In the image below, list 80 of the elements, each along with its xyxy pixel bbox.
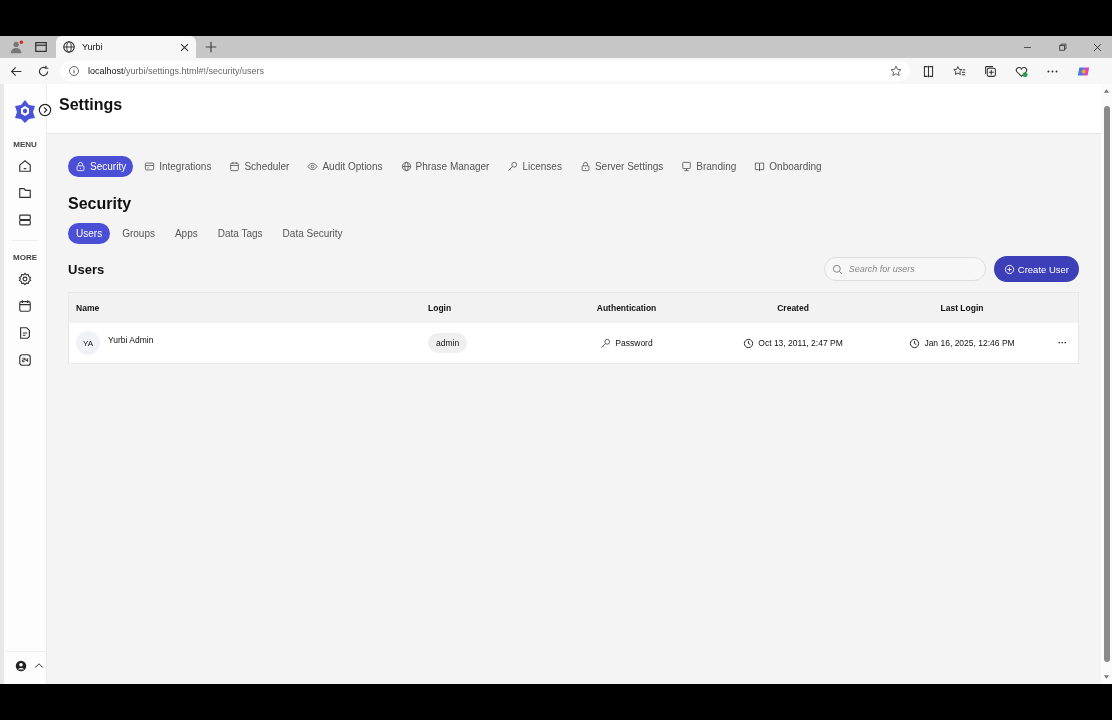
search-field[interactable]: Search for users xyxy=(823,257,986,281)
copilot-icon[interactable] xyxy=(1077,64,1090,78)
subtab[interactable]: Data Security xyxy=(274,223,351,244)
calendar-icon[interactable] xyxy=(18,299,32,313)
settings-tab[interactable]: Integrations xyxy=(137,156,219,177)
globe-icon xyxy=(400,161,412,172)
create-user-button[interactable]: Create User xyxy=(993,256,1080,282)
users-title: Users xyxy=(68,261,105,277)
section-title: Security xyxy=(68,195,133,213)
browser-tab[interactable]: Yurbi xyxy=(56,36,196,58)
profile-icon[interactable] xyxy=(10,40,24,54)
close-icon[interactable] xyxy=(179,41,190,53)
expand-icon[interactable] xyxy=(38,103,53,117)
column-header: Last Login xyxy=(939,303,985,313)
lock-icon xyxy=(579,161,591,172)
heart-icon[interactable] xyxy=(1015,64,1028,78)
key-icon xyxy=(600,337,612,349)
folder-icon[interactable] xyxy=(18,186,32,200)
home-icon[interactable] xyxy=(18,159,32,173)
settings-tab[interactable]: Branding xyxy=(674,156,744,177)
table-cell: Oct 13, 2011, 2:47 PM xyxy=(758,338,843,348)
globe-icon xyxy=(62,40,76,54)
lock-icon xyxy=(75,161,87,172)
column-header: Authentication xyxy=(595,303,658,313)
settings-tab[interactable]: Scheduler xyxy=(222,156,297,177)
window-icon xyxy=(144,161,156,172)
tab-title: Yurbi xyxy=(82,42,104,52)
user-name: Yurbi Admin xyxy=(108,335,154,345)
settings-tab[interactable]: Onboarding xyxy=(747,156,829,177)
star-icon[interactable] xyxy=(890,65,902,77)
monitor-icon xyxy=(681,161,693,172)
subtab[interactable]: Data Tags xyxy=(209,223,271,244)
scroll-down-icon[interactable] xyxy=(1103,674,1110,680)
address-bar[interactable]: localhost/yurbi/settings.html#!/security/users xyxy=(60,61,910,81)
table-cell: Jan 16, 2025, 12:46 PM xyxy=(924,338,1015,348)
clock-icon xyxy=(743,337,755,349)
scroll-up-icon[interactable] xyxy=(1103,88,1110,94)
column-header: Created xyxy=(776,303,810,313)
settings-icon[interactable] xyxy=(18,272,32,286)
sidebar-heading: MENU xyxy=(13,140,37,149)
book-icon xyxy=(754,161,766,172)
settings-tab[interactable]: Security xyxy=(68,156,134,177)
settings-tab[interactable]: Server Settings xyxy=(572,156,671,177)
tab-actions-icon[interactable] xyxy=(34,40,48,54)
column-header: Name xyxy=(75,303,101,313)
collections-icon[interactable] xyxy=(984,64,997,78)
subtab[interactable]: Apps xyxy=(166,223,206,244)
eye-icon xyxy=(307,161,319,172)
key-icon xyxy=(507,161,519,172)
page-title: Settings xyxy=(59,96,123,114)
document-icon[interactable] xyxy=(18,326,32,340)
subtab[interactable]: Users xyxy=(68,223,111,244)
login-tag: admin xyxy=(428,333,468,353)
split-screen-icon[interactable] xyxy=(922,64,935,78)
favorites-icon[interactable] xyxy=(953,64,966,78)
column-header: Login xyxy=(427,303,453,313)
reload-icon[interactable] xyxy=(37,64,50,78)
calendar-icon xyxy=(229,161,241,172)
info-icon xyxy=(68,65,80,77)
sidebar-heading: MORE xyxy=(13,253,37,262)
scrollbar-thumb[interactable] xyxy=(1103,106,1110,662)
user-avatar: YA xyxy=(76,331,101,355)
table-cell: Password xyxy=(615,338,653,348)
logo-icon[interactable] xyxy=(13,98,37,124)
url-text: localhost/yurbi/settings.html#!/security/users xyxy=(88,66,265,76)
new-tab-icon[interactable] xyxy=(204,40,218,54)
subtab[interactable]: Groups xyxy=(114,223,163,244)
clock-badge-icon[interactable] xyxy=(18,353,32,367)
server-icon[interactable] xyxy=(18,213,32,227)
restore-icon[interactable] xyxy=(1057,41,1068,53)
settings-tab[interactable]: Phrase Manager xyxy=(393,156,497,177)
plus-circle-icon xyxy=(1003,263,1015,275)
close-icon[interactable] xyxy=(1092,41,1103,53)
settings-tab[interactable]: Audit Options xyxy=(300,156,390,177)
row-menu-button[interactable]: ··· xyxy=(1054,338,1072,348)
user-account-icon[interactable] xyxy=(15,660,27,672)
settings-tab[interactable]: Licenses xyxy=(500,156,569,177)
search-icon xyxy=(831,263,843,275)
back-icon[interactable] xyxy=(10,64,23,78)
clock-icon xyxy=(909,337,921,349)
